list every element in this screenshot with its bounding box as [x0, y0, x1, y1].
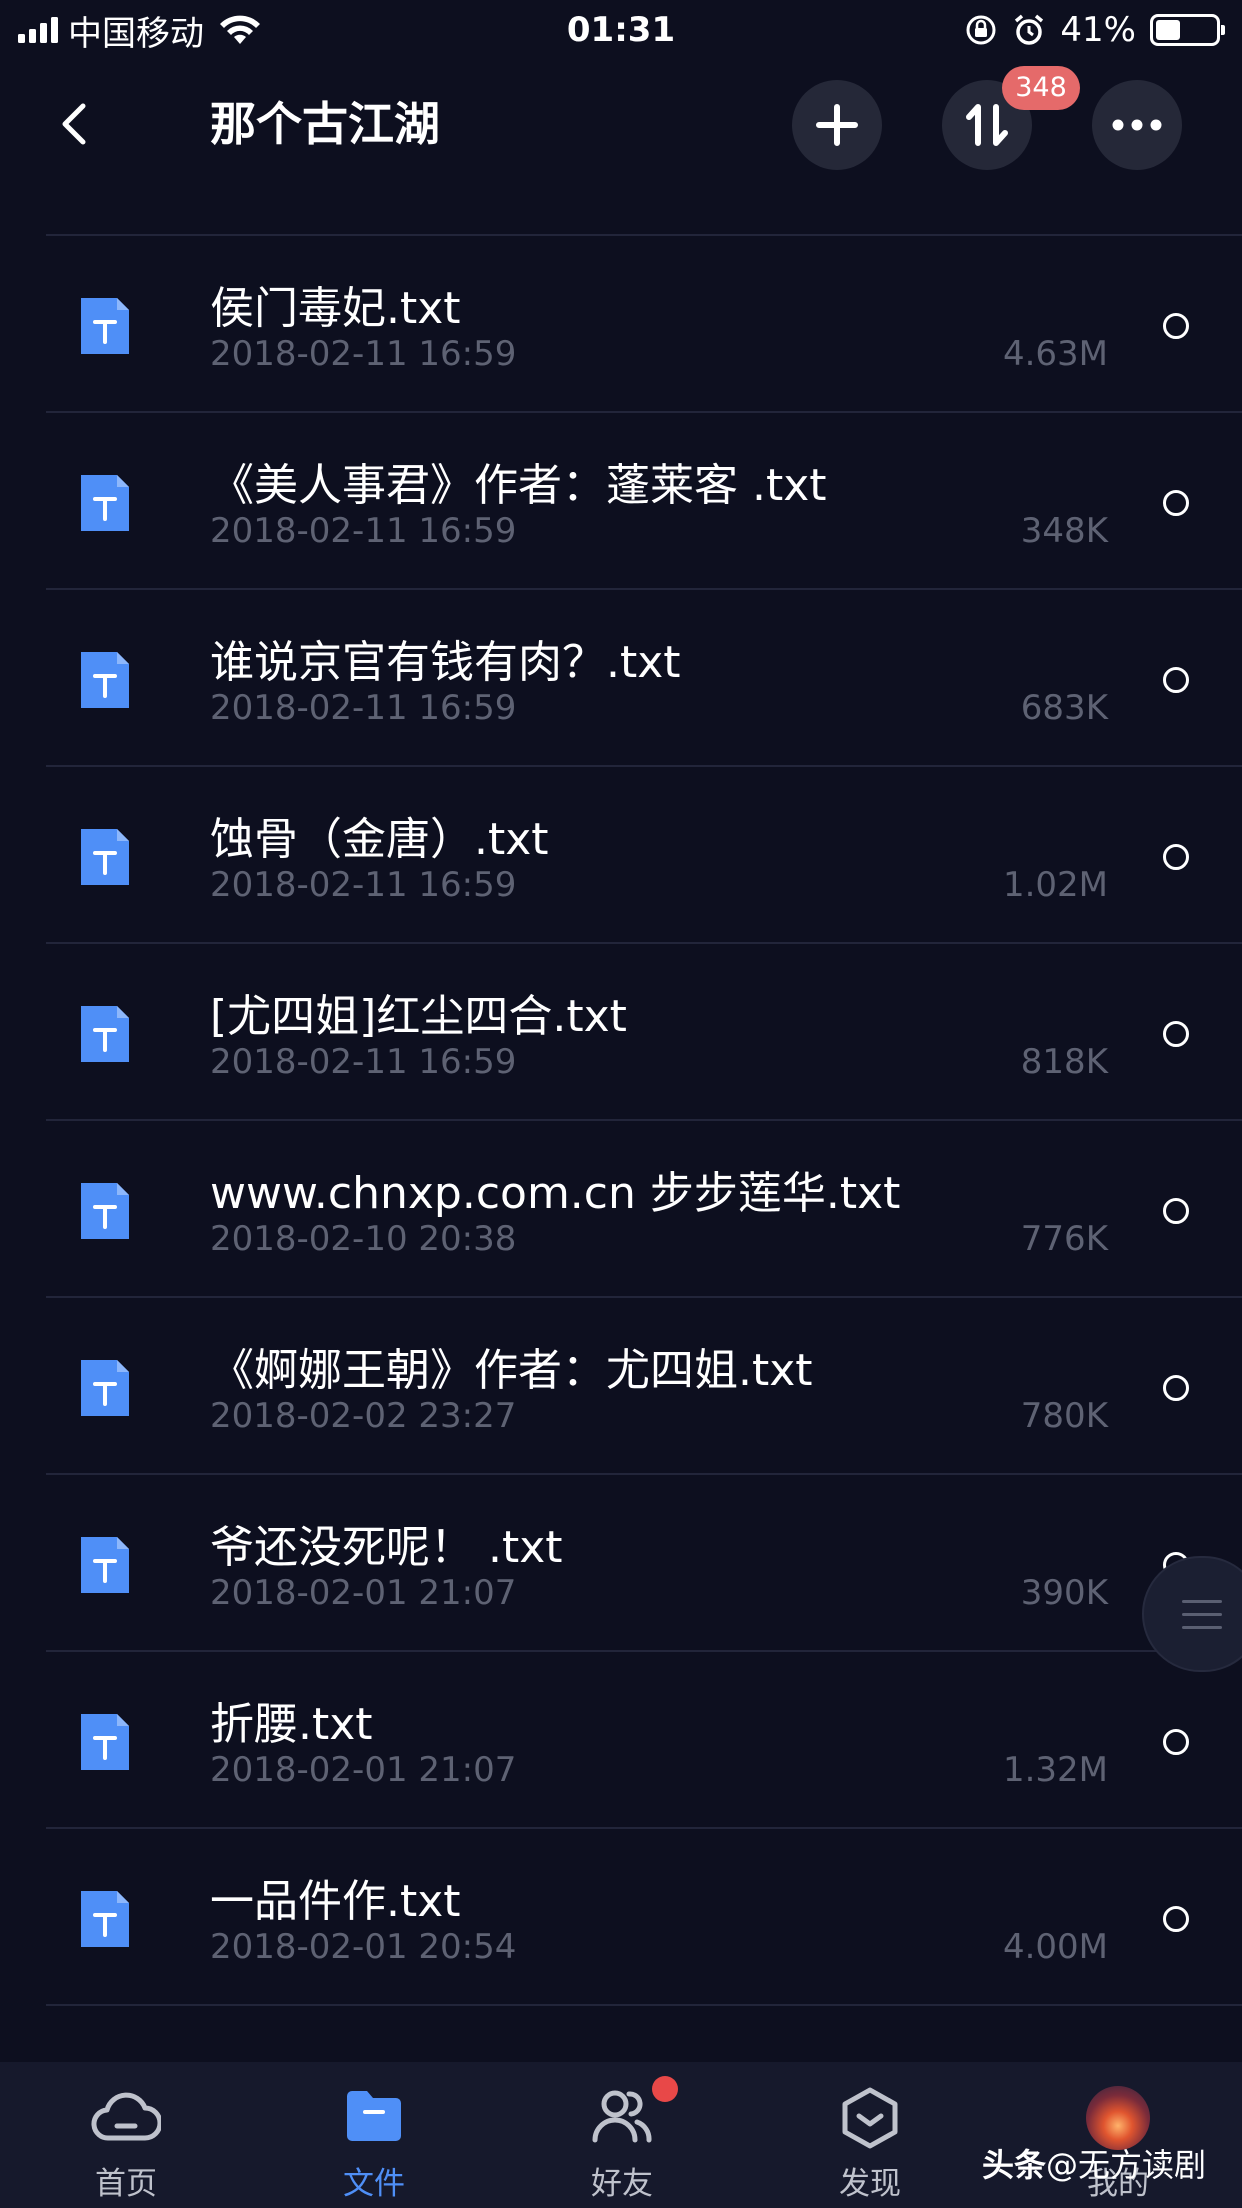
file-date: 2018-02-11 16:59 [210, 334, 517, 374]
tab-mine[interactable]: 我的 [994, 2062, 1242, 2208]
back-button[interactable] [44, 92, 104, 156]
list-item[interactable]: 蚀骨（金唐）.txt 2018-02-11 16:59 1.02M [0, 767, 1242, 944]
file-name: 蚀骨（金唐）.txt [210, 814, 549, 865]
file-date: 2018-02-11 16:59 [210, 865, 517, 905]
list-item[interactable]: 《美人事君》作者：蓬莱客 .txt 2018-02-11 16:59 348K [0, 413, 1242, 590]
tab-label: 好友 [591, 2166, 653, 2202]
transfer-count-badge: 348 [1002, 66, 1080, 110]
select-radio[interactable] [1163, 1906, 1189, 1932]
tab-friends[interactable]: 好友 [498, 2062, 746, 2208]
select-radio[interactable] [1163, 844, 1189, 870]
file-name: 爷还没死呢！ .txt [210, 1522, 563, 1573]
file-name: [尤四姐]红尘四合.txt [210, 991, 627, 1042]
transfer-arrows-icon [966, 104, 1008, 146]
alarm-icon [1015, 14, 1044, 45]
tab-files[interactable]: 文件 [250, 2062, 498, 2208]
status-bar: 中国移动 01:31 41% [0, 0, 1242, 62]
select-radio[interactable] [1163, 1729, 1189, 1755]
tab-label: 文件 [343, 2166, 405, 2202]
list-item[interactable]: 一品件作.txt 2018-02-01 20:54 4.00M [0, 1829, 1242, 2006]
more-button[interactable] [1092, 80, 1182, 170]
text-file-icon [81, 1891, 129, 1947]
text-file-icon [81, 1714, 129, 1770]
file-name: www.chnxp.com.cn 步步莲华.txt [210, 1168, 901, 1219]
file-date: 2018-02-01 21:07 [210, 1573, 517, 1613]
file-date: 2018-02-10 20:38 [210, 1219, 517, 1259]
list-item[interactable]: 爷还没死呢！ .txt 2018-02-01 21:07 390K [0, 1475, 1242, 1652]
text-file-icon [81, 652, 129, 708]
file-size: 776K [1020, 1219, 1108, 1259]
file-name: 《美人事君》作者：蓬莱客 .txt [210, 460, 827, 511]
battery-icon [1150, 14, 1225, 46]
text-file-icon [81, 1360, 129, 1416]
select-radio[interactable] [1163, 1021, 1189, 1047]
file-size: 818K [1020, 1042, 1108, 1082]
friends-icon [592, 2090, 652, 2143]
file-name: 侯门毒妃.txt [210, 283, 461, 334]
divider [46, 2004, 1242, 2006]
page-title: 那个古江湖 [210, 97, 440, 151]
cloud-icon [91, 2092, 161, 2141]
battery-fill [1156, 20, 1180, 40]
text-file-icon [81, 1537, 129, 1593]
file-size: 4.00M [1002, 1927, 1108, 1967]
file-size: 390K [1020, 1573, 1108, 1613]
orientation-lock-icon [966, 15, 996, 45]
watermark: 头条@无方读剧 [982, 2140, 1206, 2186]
file-name: 谁说京官有钱有肉？.txt [210, 637, 681, 688]
ellipsis-icon [1112, 119, 1162, 131]
file-date: 2018-02-02 23:27 [210, 1396, 517, 1436]
folder-icon [347, 2091, 401, 2141]
menu-lines-icon [1182, 1600, 1222, 1639]
tab-discover[interactable]: 发现 [746, 2062, 994, 2208]
plus-icon [816, 104, 858, 146]
select-radio[interactable] [1163, 667, 1189, 693]
text-file-icon [81, 1183, 129, 1239]
select-radio[interactable] [1163, 1375, 1189, 1401]
tab-label: 发现 [839, 2166, 901, 2202]
list-item[interactable]: 侯门毒妃.txt 2018-02-11 16:59 4.63M [0, 236, 1242, 413]
list-item[interactable]: 《婀娜王朝》作者：尤四姐.txt 2018-02-02 23:27 780K [0, 1298, 1242, 1475]
select-radio[interactable] [1163, 490, 1189, 516]
chevron-left-icon [62, 103, 86, 145]
battery-percent: 41% [1060, 10, 1136, 50]
file-date: 2018-02-01 21:07 [210, 1750, 517, 1790]
navigation-bar: 那个古江湖 348 [0, 62, 1242, 190]
notification-dot [652, 2076, 678, 2102]
file-date: 2018-02-01 20:54 [210, 1927, 517, 1967]
list-item-partial[interactable] [0, 190, 1242, 236]
list-item[interactable]: [尤四姐]红尘四合.txt 2018-02-11 16:59 818K [0, 944, 1242, 1121]
add-button[interactable] [792, 80, 882, 170]
status-right: 41% [964, 8, 1225, 52]
screen: 中国移动 01:31 41% 那个古江湖 348 侯门毒妃.txt 2018-0… [0, 0, 1242, 2208]
select-radio[interactable] [1163, 1198, 1189, 1224]
file-list: 侯门毒妃.txt 2018-02-11 16:59 4.63M 《美人事君》作者：蓬莱… [0, 236, 1242, 2006]
file-date: 2018-02-11 16:59 [210, 688, 517, 728]
file-size: 1.02M [1002, 865, 1108, 905]
tab-home[interactable]: 首页 [2, 2062, 250, 2208]
file-date: 2018-02-11 16:59 [210, 511, 517, 551]
file-size: 1.32M [1002, 1750, 1108, 1790]
file-name: 一品件作.txt [210, 1876, 461, 1927]
text-file-icon [81, 298, 129, 354]
list-item[interactable]: 折腰.txt 2018-02-01 21:07 1.32M [0, 1652, 1242, 1829]
file-size: 348K [1020, 511, 1108, 551]
text-file-icon [81, 475, 129, 531]
file-size: 683K [1020, 688, 1108, 728]
list-item[interactable]: www.chnxp.com.cn 步步莲华.txt 2018-02-10 20:3… [0, 1121, 1242, 1298]
select-radio[interactable] [1163, 313, 1189, 339]
discover-hexagon-icon [842, 2087, 898, 2149]
text-file-icon [81, 1006, 129, 1062]
file-date: 2018-02-11 16:59 [210, 1042, 517, 1082]
watermark-handle: @无方读剧 [1046, 2146, 1207, 2184]
watermark-brand: 头条 [982, 2146, 1047, 2184]
file-name: 折腰.txt [210, 1699, 373, 1750]
text-file-icon [81, 829, 129, 885]
file-size: 780K [1020, 1396, 1108, 1436]
file-name: 《婀娜王朝》作者：尤四姐.txt [210, 1345, 813, 1396]
tab-label: 首页 [95, 2166, 157, 2202]
tab-bar: 首页 文件 好友 发现 我的 [0, 2062, 1242, 2208]
list-item[interactable]: 谁说京官有钱有肉？.txt 2018-02-11 16:59 683K [0, 590, 1242, 767]
file-size: 4.63M [1002, 334, 1108, 374]
